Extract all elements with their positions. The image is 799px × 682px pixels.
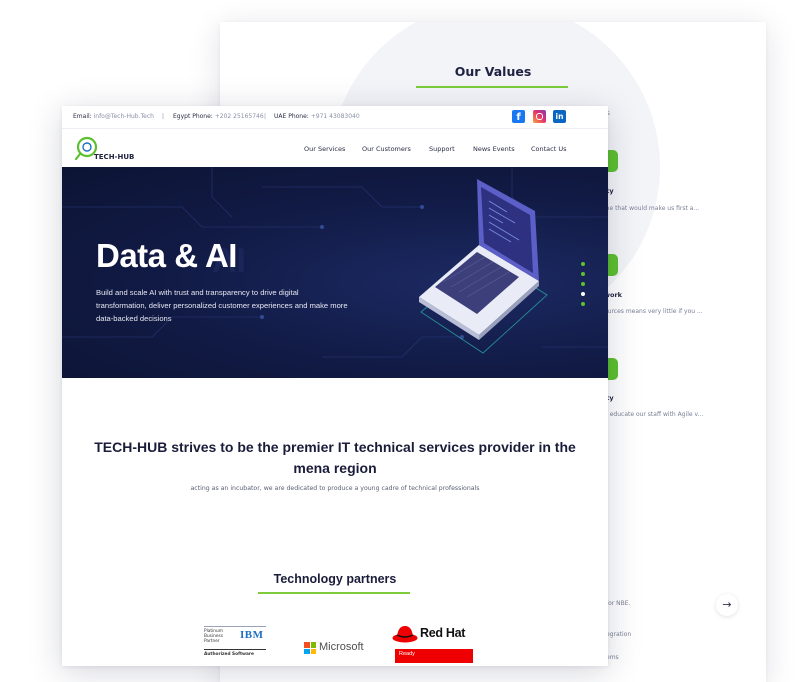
facebook-icon[interactable]: f xyxy=(512,110,525,123)
values-title: Our Values xyxy=(454,64,532,79)
mission-heading: TECH-HUB strives to be the premier IT te… xyxy=(94,439,576,476)
instagram-icon[interactable] xyxy=(533,110,546,123)
separator: | xyxy=(162,113,165,120)
separator: | xyxy=(264,113,267,120)
hero-slider: AI Data & AI Build and scale AI with tru… xyxy=(62,167,608,378)
laptop-illustration xyxy=(419,179,548,354)
hero-title: Data & AI xyxy=(96,237,237,274)
slider-dot-active[interactable] xyxy=(581,292,585,296)
values-underline xyxy=(416,86,568,88)
microsoft-icon xyxy=(304,642,316,654)
slider-dot[interactable] xyxy=(581,262,585,266)
slider-dot[interactable] xyxy=(581,302,585,306)
email-value: info@Tech-Hub.Tech xyxy=(93,113,154,120)
microsoft-partner-logo: Microsoft xyxy=(304,641,368,655)
next-arrow-button[interactable]: → xyxy=(716,594,738,616)
logo-text: TECH-HUB xyxy=(94,153,134,161)
tech-hub-logo[interactable]: TECH-HUB xyxy=(74,133,144,165)
ibm-badge-bottom-text: Authorized Software xyxy=(204,652,254,657)
ibm-badge-small-text: Platinum Business Partner xyxy=(204,629,223,644)
uae-phone-value: +971 43083040 xyxy=(310,113,360,120)
main-navbar: TECH-HUB Our Services Our Customers Supp… xyxy=(62,129,608,167)
partners-heading: Technology partners xyxy=(273,572,397,586)
ibm-partner-logo: Platinum Business Partner IBM Authorized… xyxy=(204,626,266,666)
slider-dots xyxy=(581,262,587,312)
contact-topbar: Email: info@Tech-Hub.Tech | Egypt Phone:… xyxy=(62,106,608,129)
nav-our-customers[interactable]: Our Customers xyxy=(362,145,411,153)
value-text-2: ources means very little if you ... xyxy=(604,308,703,315)
linkedin-icon[interactable]: in xyxy=(553,110,566,123)
redhat-ready-badge: Ready xyxy=(395,649,473,663)
egypt-phone-value: +202 25165746 xyxy=(214,113,264,120)
value-text-1: lue that would make us first a... xyxy=(604,205,700,212)
redhat-ready-text: Ready xyxy=(399,651,415,657)
nav-support[interactable]: Support xyxy=(429,145,455,153)
service-line-1: for NBE. xyxy=(606,600,631,607)
uae-phone-info[interactable]: UAE Phone: +971 43083040 xyxy=(274,113,360,120)
hero-subtitle: Build and scale AI with trust and transp… xyxy=(96,288,348,323)
nav-news-events[interactable]: News Events xyxy=(473,145,515,153)
egypt-phone-label: Egypt Phone: xyxy=(173,113,213,120)
arrow-right-icon: → xyxy=(722,598,732,611)
partners-underline xyxy=(258,592,410,594)
value-text-3: p educate our staff with Agile v... xyxy=(604,411,704,418)
redhat-wordmark: Red Hat xyxy=(420,626,466,640)
uae-phone-label: UAE Phone: xyxy=(274,113,309,120)
nav-our-services[interactable]: Our Services xyxy=(304,145,345,153)
microsoft-wordmark: Microsoft xyxy=(319,641,364,653)
slider-dot[interactable] xyxy=(581,272,585,276)
egypt-phone-info[interactable]: Egypt Phone: +202 25165746 xyxy=(173,113,264,120)
ibm-divider xyxy=(204,649,266,650)
email-info[interactable]: Email: info@Tech-Hub.Tech xyxy=(73,113,154,120)
front-page-screenshot: Email: info@Tech-Hub.Tech | Egypt Phone:… xyxy=(62,106,608,666)
service-line-2: egration xyxy=(606,631,632,638)
email-label: Email: xyxy=(73,113,92,120)
nav-contact-us[interactable]: Contact Us xyxy=(531,145,567,153)
redhat-partner-logo: Red Hat Ready xyxy=(392,622,476,666)
mission-subtitle: acting as an incubator, we are dedicated… xyxy=(190,485,480,492)
slider-dot[interactable] xyxy=(581,282,585,286)
redhat-icon xyxy=(392,626,418,643)
ibm-mark: IBM xyxy=(240,629,264,641)
